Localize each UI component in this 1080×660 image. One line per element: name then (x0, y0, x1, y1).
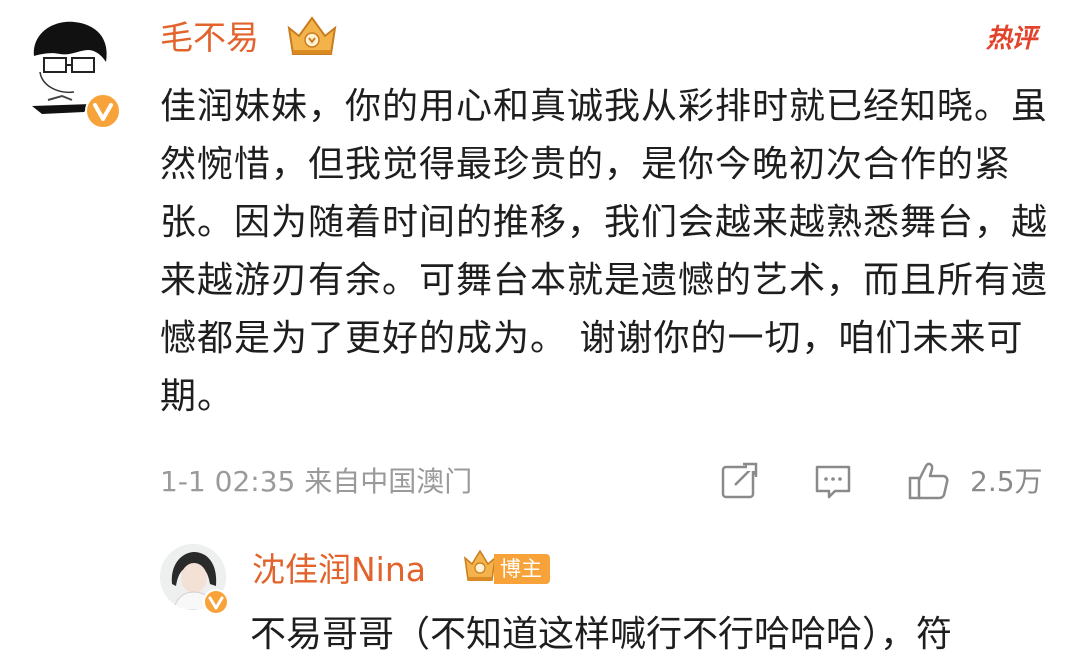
comment-actions: 2.5万 (0, 460, 1080, 510)
commenter-username[interactable]: 毛不易 (160, 16, 259, 60)
crown-badge-icon (462, 548, 498, 590)
blogger-label: 博主 (494, 554, 550, 584)
comment-icon (811, 459, 855, 507)
verified-icon (202, 588, 230, 616)
like-count: 2.5万 (970, 465, 1043, 498)
comment-card: 毛不易 热评 佳润妹妹，你的用心和真诚我从彩排时就已经知晓。虽然惋惜，但我觉得最… (0, 0, 1080, 530)
thumbs-up-icon (906, 458, 952, 508)
reply-card: 沈佳润Nina 博主 不易哥哥（不知道这样喊行不行哈哈哈），符 (0, 530, 1080, 655)
crown-badge-icon (285, 14, 339, 60)
reply-username[interactable]: 沈佳润Nina (252, 548, 426, 592)
comment-button[interactable] (808, 460, 858, 506)
reply-text: 不易哥哥（不知道这样喊行不行哈哈哈），符 (250, 614, 953, 655)
comment-text: 佳润妹妹，你的用心和真诚我从彩排时就已经知晓。虽然惋惜，但我觉得最珍贵的，是你今… (160, 86, 1049, 417)
share-icon (717, 459, 761, 507)
hot-comment-tag: 热评 (986, 24, 1037, 54)
verified-icon (84, 92, 122, 130)
blogger-badge: 博主 (462, 548, 550, 590)
share-button[interactable] (714, 460, 764, 506)
like-button[interactable] (904, 460, 954, 506)
